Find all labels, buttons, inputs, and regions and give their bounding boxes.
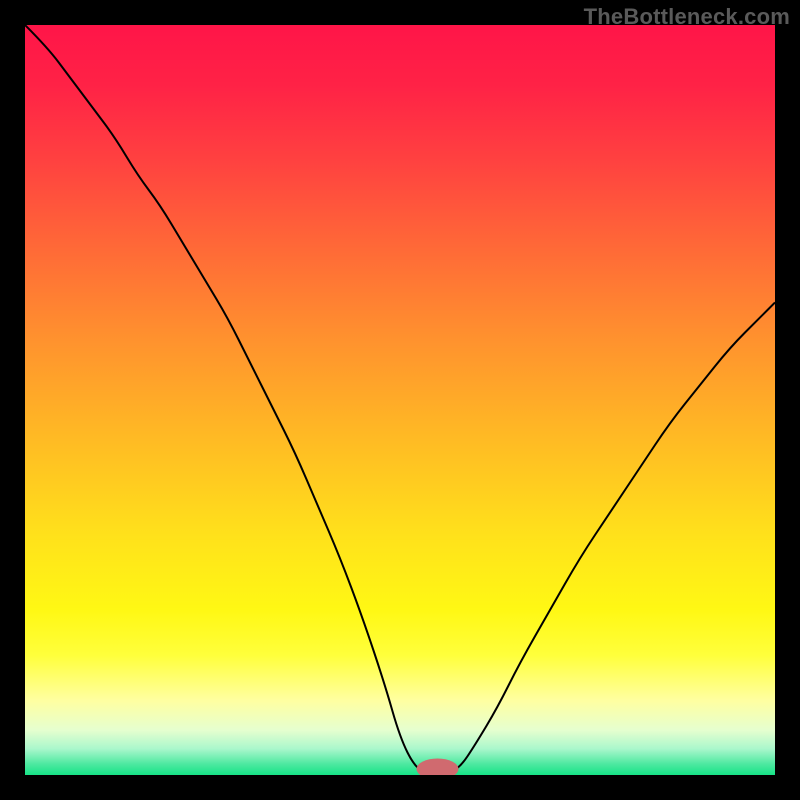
watermark-text: TheBottleneck.com (584, 4, 790, 30)
chart-background (25, 25, 775, 775)
chart-frame: TheBottleneck.com (0, 0, 800, 800)
plot-area (25, 25, 775, 775)
chart-svg (25, 25, 775, 775)
